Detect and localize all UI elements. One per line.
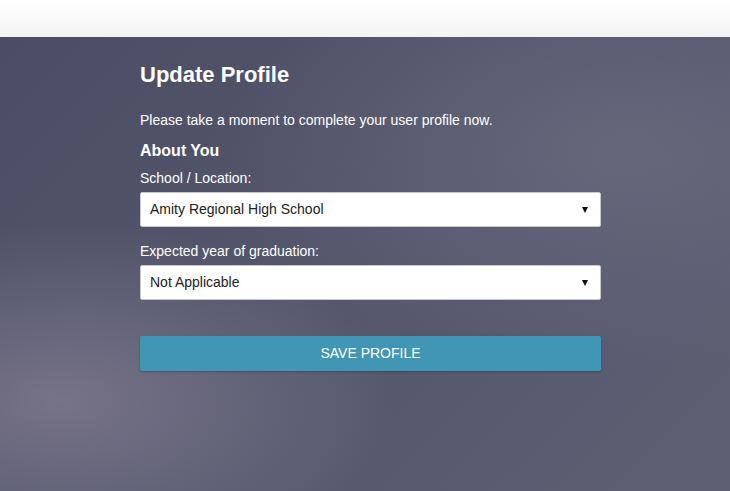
section-heading: About You <box>140 141 601 161</box>
dropdown-arrow-icon[interactable] <box>582 207 588 213</box>
profile-panel: Update Profile Please take a moment to co… <box>0 37 730 491</box>
intro-text: Please take a moment to complete your us… <box>140 110 601 130</box>
select-value: Amity Regional High School <box>150 199 324 220</box>
select-value: Not Applicable <box>150 272 240 293</box>
top-bar <box>0 0 730 37</box>
dropdown-arrow-icon[interactable] <box>582 280 588 286</box>
field-select[interactable]: Amity Regional High School <box>140 192 601 227</box>
field-label: Expected year of graduation: <box>140 243 601 259</box>
field-select[interactable]: Not Applicable <box>140 265 601 300</box>
profile-form: Update Profile Please take a moment to co… <box>140 62 601 371</box>
field-label: School / Location: <box>140 170 601 186</box>
page-title: Update Profile <box>140 62 601 88</box>
save-button[interactable]: SAVE PROFILE <box>140 336 601 371</box>
